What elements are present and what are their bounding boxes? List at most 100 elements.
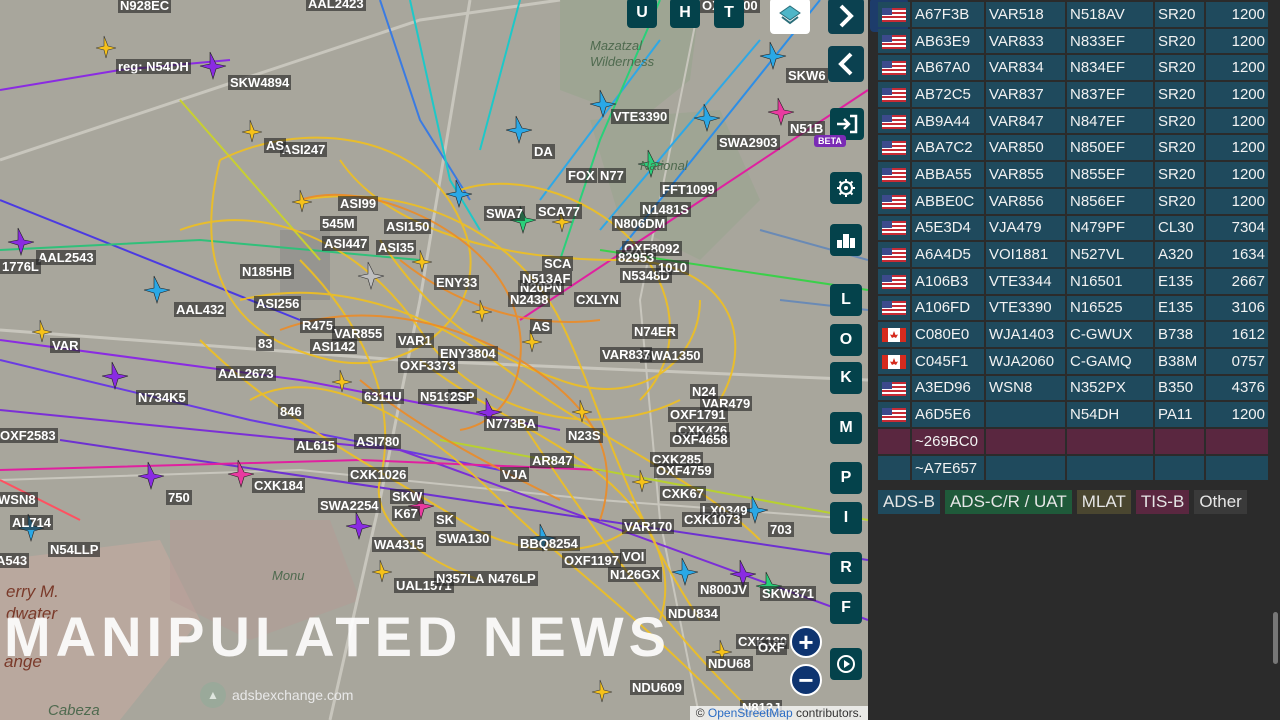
settings-button[interactable] bbox=[830, 172, 862, 204]
aircraft-row[interactable]: A106FD VTE3390 N16525 E135 3106 bbox=[878, 295, 1268, 321]
aircraft-label[interactable]: SCA77 bbox=[536, 204, 582, 219]
aircraft-label[interactable]: N773BA bbox=[484, 416, 538, 431]
toggle-l-button[interactable]: L bbox=[830, 284, 862, 316]
aircraft-row[interactable]: AB72C5 VAR837 N837EF SR20 1200 bbox=[878, 82, 1268, 107]
toggle-t-button[interactable]: T bbox=[714, 0, 744, 28]
aircraft-label[interactable]: 1776L bbox=[0, 259, 41, 274]
toggle-r-button[interactable]: R bbox=[830, 552, 862, 584]
aircraft-row[interactable]: AB67A0 VAR834 N834EF SR20 1200 bbox=[878, 55, 1268, 81]
aircraft-label[interactable]: OXF1791 bbox=[668, 407, 728, 422]
aircraft-label[interactable]: R475 bbox=[300, 318, 336, 333]
aircraft-label[interactable]: SCA bbox=[542, 256, 574, 271]
aircraft-label[interactable]: N74ER bbox=[632, 324, 678, 339]
aircraft-label[interactable]: N2438 bbox=[508, 292, 551, 307]
aircraft-label[interactable]: NDU609 bbox=[630, 680, 684, 695]
aircraft-label[interactable]: ASI150 bbox=[384, 219, 432, 234]
aircraft-label[interactable]: VJA bbox=[500, 467, 530, 482]
collapse-left-button[interactable] bbox=[828, 46, 864, 82]
aircraft-label[interactable]: ENY33 bbox=[434, 275, 480, 290]
aircraft-label[interactable]: K67 bbox=[392, 506, 420, 521]
toggle-o-button[interactable]: O bbox=[830, 324, 862, 356]
expand-right-button[interactable] bbox=[828, 0, 864, 34]
aircraft-label[interactable]: ASI247 bbox=[280, 142, 328, 157]
aircraft-label[interactable]: AL714 bbox=[10, 515, 54, 530]
aircraft-label[interactable]: SWA130 bbox=[436, 531, 492, 546]
aircraft-label[interactable]: 703 bbox=[768, 522, 794, 537]
aircraft-row[interactable]: AB63E9 VAR833 N833EF SR20 1200 bbox=[878, 28, 1268, 54]
aircraft-label[interactable]: N476LP bbox=[486, 571, 538, 586]
aircraft-label[interactable]: SWA2903 bbox=[717, 135, 780, 150]
aircraft-label[interactable]: N806DM bbox=[612, 216, 668, 231]
toggle-h-button[interactable]: H bbox=[670, 0, 700, 28]
aircraft-label[interactable]: 82953 bbox=[616, 250, 657, 265]
toggle-u-button[interactable]: U bbox=[627, 0, 657, 28]
toggle-m-button[interactable]: M bbox=[830, 412, 862, 444]
toggle-k-button[interactable]: K bbox=[830, 362, 862, 394]
aircraft-label[interactable]: N1481S bbox=[640, 202, 691, 217]
aircraft-label[interactable]: N513AF bbox=[520, 271, 573, 286]
toggle-p-button[interactable]: P bbox=[830, 462, 862, 494]
aircraft-label[interactable]: OXF bbox=[756, 640, 787, 655]
aircraft-label[interactable]: N77 bbox=[598, 168, 626, 183]
aircraft-label[interactable]: AAL2423 bbox=[306, 0, 366, 11]
aircraft-label[interactable]: N23S bbox=[566, 428, 603, 443]
aircraft-label[interactable]: AR847 bbox=[530, 453, 575, 468]
aircraft-label[interactable]: WSN8 bbox=[0, 492, 38, 507]
aircraft-label[interactable]: NDU834 bbox=[666, 606, 720, 621]
aircraft-label[interactable]: N357LA bbox=[434, 571, 487, 586]
aircraft-label[interactable]: ASI447 bbox=[322, 236, 370, 251]
aircraft-label[interactable]: 83 bbox=[256, 336, 275, 351]
aircraft-label[interactable]: DA bbox=[532, 144, 555, 159]
aircraft-row[interactable]: AB9A44 VAR847 N847EF SR20 1200 bbox=[878, 108, 1268, 134]
zoom-out-button[interactable]: − bbox=[790, 664, 822, 696]
aircraft-label[interactable]: OXF4658 bbox=[670, 432, 730, 447]
aircraft-label[interactable]: VTE3390 bbox=[611, 109, 670, 124]
aircraft-label[interactable]: VAR1 bbox=[396, 333, 434, 348]
aircraft-label[interactable]: BBQ8254 bbox=[518, 536, 580, 551]
aircraft-label[interactable]: VAR837 bbox=[600, 347, 653, 362]
aircraft-label[interactable]: SKW371 bbox=[760, 586, 817, 601]
aircraft-label[interactable]: WA4315 bbox=[372, 537, 426, 552]
replay-button[interactable] bbox=[830, 648, 862, 680]
aircraft-label[interactable]: AAL432 bbox=[174, 302, 227, 317]
aircraft-label[interactable]: VOI bbox=[620, 549, 647, 564]
aircraft-label[interactable]: 750 bbox=[166, 490, 192, 505]
aircraft-label[interactable]: N800JV bbox=[698, 582, 749, 597]
aircraft-row[interactable]: ABBA55 VAR855 N855EF SR20 1200 bbox=[878, 162, 1268, 187]
aircraft-label[interactable]: ASI142 bbox=[310, 339, 358, 354]
aircraft-label[interactable]: SK bbox=[434, 512, 457, 527]
aircraft-label[interactable]: NDU68 bbox=[706, 656, 753, 671]
aircraft-label[interactable]: N126GX bbox=[608, 567, 662, 582]
aircraft-label[interactable]: VAR170 bbox=[622, 519, 675, 534]
aircraft-row[interactable]: A6D5E6 N54DH PA11 1200 bbox=[878, 402, 1268, 427]
aircraft-label[interactable]: ASI99 bbox=[338, 196, 379, 211]
aircraft-label[interactable]: CXLYN bbox=[574, 292, 621, 307]
aircraft-row[interactable]: ~A7E657 bbox=[878, 455, 1268, 481]
aircraft-label[interactable]: CXK184 bbox=[252, 478, 306, 493]
osm-link[interactable]: OpenStreetMap bbox=[708, 706, 793, 720]
aircraft-label[interactable]: CXK1073 bbox=[682, 512, 743, 527]
aircraft-label[interactable]: SKW6 bbox=[786, 68, 828, 83]
aircraft-row[interactable]: C080E0 WJA1403 C-GWUX B738 1612 bbox=[878, 322, 1268, 347]
aircraft-label[interactable]: 545M bbox=[320, 216, 357, 231]
aircraft-row[interactable]: A6A4D5 VOI1881 N527VL A320 1634 bbox=[878, 242, 1268, 267]
aircraft-label[interactable]: SKW4894 bbox=[228, 75, 292, 90]
aircraft-label[interactable]: AS bbox=[530, 319, 553, 334]
aircraft-label[interactable]: SWA2254 bbox=[318, 498, 381, 513]
zoom-in-button[interactable]: + bbox=[790, 626, 822, 658]
aircraft-row[interactable]: A5E3D4 VJA479 N479PF CL30 7304 bbox=[878, 215, 1268, 241]
layers-button[interactable] bbox=[770, 0, 810, 34]
aircraft-label[interactable]: AAL2543 bbox=[36, 250, 96, 265]
aircraft-row[interactable]: A67F3B VAR518 N518AV SR20 1200 bbox=[878, 2, 1268, 27]
aircraft-label[interactable]: reg: N54DH bbox=[116, 59, 191, 74]
aircraft-label[interactable]: N734K5 bbox=[136, 390, 188, 405]
aircraft-label[interactable]: N51B bbox=[788, 121, 826, 136]
aircraft-label[interactable]: 2SP bbox=[448, 389, 477, 404]
aircraft-row[interactable]: ABA7C2 VAR850 N850EF SR20 1200 bbox=[878, 135, 1268, 161]
aircraft-label[interactable]: ASI780 bbox=[354, 434, 402, 449]
aircraft-label[interactable]: 1010 bbox=[656, 260, 689, 275]
aircraft-label[interactable]: VAR855 bbox=[332, 326, 385, 341]
aircraft-label[interactable]: ASI256 bbox=[254, 296, 302, 311]
toggle-f-button[interactable]: F bbox=[830, 592, 862, 624]
aircraft-label[interactable]: VAR bbox=[50, 338, 81, 353]
